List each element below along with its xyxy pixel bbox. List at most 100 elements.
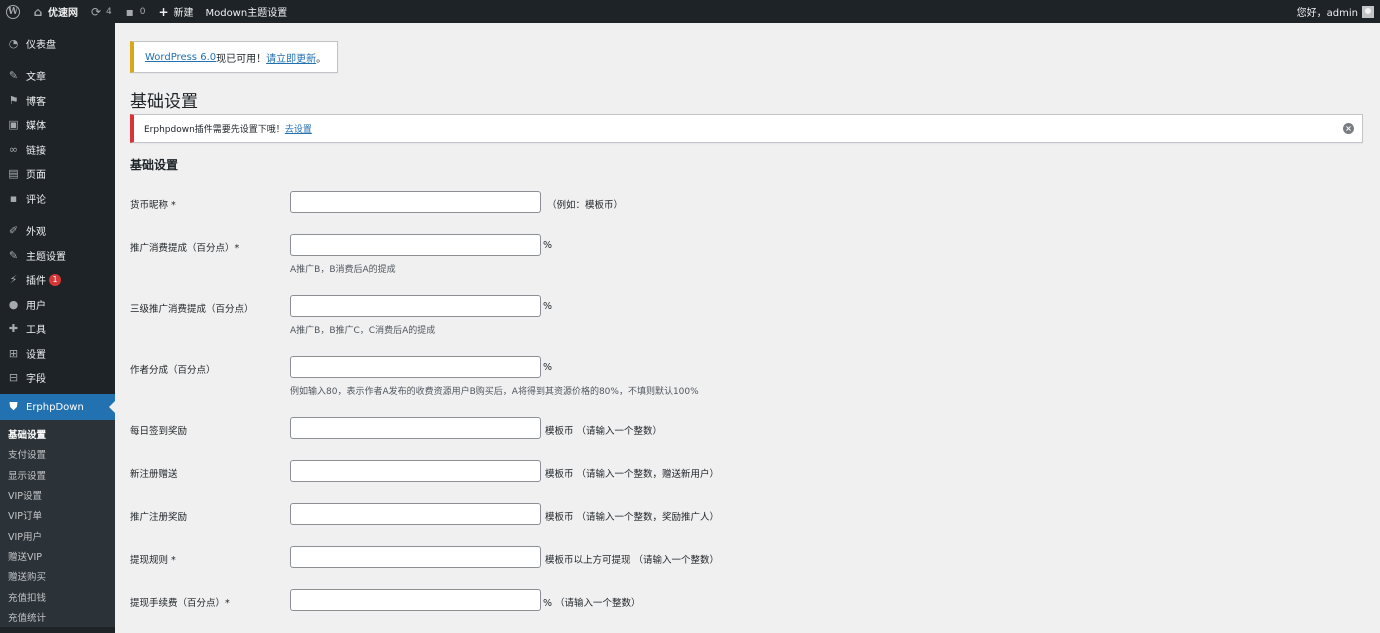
- update-notice: WordPress 6.0 现已可用！ 请立即更新 。: [130, 41, 339, 73]
- field-suffix: （例如：模板币）: [547, 200, 624, 211]
- menu-item-links[interactable]: ∞ 链接: [0, 137, 115, 162]
- menu-label: 工具: [26, 325, 46, 337]
- daily-checkin-input[interactable]: [290, 417, 541, 439]
- menu-item-tools[interactable]: ✚ 工具: [0, 317, 115, 342]
- page-title: 基础设置: [130, 92, 198, 112]
- submenu-item-gift-purchase[interactable]: 赠送购买: [0, 566, 115, 586]
- admin-bar: W ⌂ 优速网 ⟳ 4 ▪ 0 + 新建 Modown主题设置 您好，admin: [0, 0, 1380, 23]
- menu-label: 链接: [26, 145, 46, 157]
- submenu-item-recharge-stats[interactable]: 充值统计: [0, 607, 115, 627]
- settings-icon: ⊞: [8, 346, 19, 360]
- comment-icon: ▪: [125, 4, 134, 19]
- site-name: 优速网: [48, 8, 78, 19]
- wordpress-logo-menu[interactable]: W: [0, 0, 26, 23]
- menu-item-comments[interactable]: ▪ 评论: [0, 186, 115, 211]
- menu-item-posts[interactable]: ✎ 文章: [0, 64, 115, 89]
- menu-item-media[interactable]: ▣ 媒体: [0, 113, 115, 138]
- menu-item-fields[interactable]: ⊟ 字段: [0, 366, 115, 391]
- new-label: 新建: [173, 8, 194, 19]
- menu-label: 页面: [26, 170, 46, 182]
- field-suffix: %: [543, 240, 553, 251]
- submenu-item-payment-settings[interactable]: 支付设置: [0, 444, 115, 464]
- menu-item-plugins[interactable]: ⚡ 插件 1: [0, 268, 115, 293]
- withdraw-rule-input[interactable]: [290, 546, 541, 568]
- menu-label: 评论: [26, 194, 46, 206]
- submenu-item-vip-orders[interactable]: VIP订单: [0, 505, 115, 525]
- menu-item-pages[interactable]: ▤ 页面: [0, 162, 115, 187]
- menu-label: 仪表盘: [26, 39, 56, 51]
- menu-item-erphpdown[interactable]: ⛊ ErphpDown: [0, 394, 115, 420]
- field-suffix: %: [543, 301, 553, 312]
- menu-item-blog[interactable]: ⚑ 博客: [0, 88, 115, 113]
- update-now-link[interactable]: 请立即更新: [266, 50, 316, 65]
- site-name-menu[interactable]: ⌂ 优速网: [26, 0, 84, 23]
- update-end: 。: [316, 53, 327, 65]
- submenu-item-vip-settings[interactable]: VIP设置: [0, 485, 115, 505]
- field-description: A推广B，B消费后A的提成: [290, 265, 396, 275]
- submenu-item-display-settings[interactable]: 显示设置: [0, 465, 115, 485]
- shield-icon: ⛊: [9, 400, 18, 413]
- field-suffix: 模板币 （请输入一个整数，赠送新用户）: [545, 469, 720, 480]
- field-suffix: %: [543, 362, 553, 373]
- field-label: 提现规则 *: [130, 555, 176, 566]
- field-suffix: 模板币以上方可提现 （请输入一个整数）: [545, 555, 720, 566]
- erphpdown-submenu: 基础设置 支付设置 显示设置 VIP设置 VIP订单 VIP用户 赠送VIP 赠…: [0, 420, 115, 627]
- withdraw-fee-input[interactable]: [290, 589, 541, 611]
- field-label: 提现手续费（百分点）*: [130, 598, 230, 609]
- avatar: [1362, 5, 1374, 18]
- referral-commission-input[interactable]: [290, 234, 541, 256]
- greeting: 您好，admin: [1296, 8, 1358, 19]
- submenu-item-recharge-deduct[interactable]: 充值扣钱: [0, 586, 115, 606]
- theme-settings-menu[interactable]: Modown主题设置: [199, 0, 293, 23]
- menu-item-settings[interactable]: ⊞ 设置: [0, 341, 115, 366]
- updates-count: 4: [106, 6, 112, 17]
- menu-label: 博客: [26, 96, 46, 108]
- menu-label: 用户: [26, 300, 46, 312]
- menu-label: 插件: [26, 276, 46, 288]
- main-content: WordPress 6.0 现已可用！ 请立即更新 。 基础设置 Erphpdo…: [115, 23, 1380, 633]
- currency-name-input[interactable]: [290, 191, 541, 213]
- author-share-input[interactable]: [290, 356, 541, 378]
- menu-label: 设置: [26, 349, 46, 361]
- field-label: 新注册赠送: [130, 469, 178, 480]
- wordpress-version-link[interactable]: WordPress 6.0: [145, 52, 216, 63]
- dismiss-icon[interactable]: ×: [1343, 123, 1354, 134]
- field-description: A推广B，B推广C，C消费后A的提成: [290, 326, 436, 336]
- field-label: 每日签到奖励: [130, 426, 188, 437]
- fields-icon: ⊟: [8, 371, 19, 385]
- field-suffix: % （请输入一个整数）: [543, 598, 641, 609]
- brush-icon: ✐: [8, 224, 19, 238]
- new-content-menu[interactable]: + 新建: [151, 0, 199, 23]
- menu-label: ErphpDown: [26, 401, 84, 413]
- plugins-update-badge: 1: [49, 273, 61, 286]
- section-title: 基础设置: [130, 158, 179, 172]
- admin-sidebar: ◔ 仪表盘 ✎ 文章 ⚑ 博客 ▣ 媒体 ∞ 链接 ▤ 页面 ▪ 评论 ✐ 外观…: [0, 23, 115, 633]
- user-icon: ●: [8, 297, 19, 311]
- menu-item-users[interactable]: ● 用户: [0, 292, 115, 317]
- go-settings-link[interactable]: 去设置: [285, 122, 312, 135]
- submenu-item-basic-settings[interactable]: 基础设置: [0, 424, 115, 444]
- menu-item-dashboard[interactable]: ◔ 仪表盘: [0, 31, 115, 56]
- dashboard-icon: ◔: [8, 36, 19, 50]
- submenu-item-gift-vip[interactable]: 赠送VIP: [0, 546, 115, 566]
- field-label: 货币昵称 *: [130, 200, 176, 211]
- menu-item-appearance[interactable]: ✐ 外观: [0, 219, 115, 244]
- new-register-gift-input[interactable]: [290, 460, 541, 482]
- comments-count: 0: [139, 6, 146, 17]
- plugin-icon: ⚡: [9, 273, 18, 287]
- submenu-item-vip-users[interactable]: VIP用户: [0, 525, 115, 545]
- field-suffix: 模板币 （请输入一个整数）: [545, 426, 663, 437]
- media-icon: ▣: [8, 118, 19, 132]
- menu-label: 字段: [26, 374, 46, 386]
- menu-item-theme-settings[interactable]: ✎ 主题设置: [0, 243, 115, 268]
- flag-icon: ⚑: [8, 93, 19, 107]
- updates-menu[interactable]: ⟳ 4: [84, 0, 118, 23]
- referral-register-reward-input[interactable]: [290, 503, 541, 525]
- menu-label: 外观: [26, 227, 46, 239]
- my-account-menu[interactable]: 您好，admin: [1297, 4, 1380, 19]
- comments-menu[interactable]: ▪ 0: [118, 0, 152, 23]
- comment-icon: ▪: [9, 191, 18, 205]
- level3-commission-input[interactable]: [290, 295, 541, 317]
- field-description: 例如输入80，表示作者A发布的收费资源用户B购买后，A将得到其资源价格的80%，…: [290, 387, 699, 397]
- error-notice: Erphpdown插件需要先设置下哦！ 去设置 ×: [130, 114, 1363, 143]
